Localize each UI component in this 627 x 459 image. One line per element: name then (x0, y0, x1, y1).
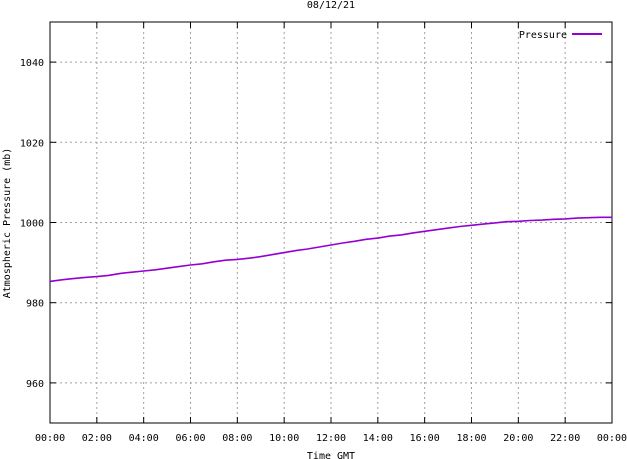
y-axis: 960 980 1000 1020 1040 (20, 58, 612, 390)
x-tick-label: 02:00 (82, 433, 112, 444)
x-tick-label: 22:00 (550, 433, 580, 444)
x-tick-label: 16:00 (410, 433, 440, 444)
x-tick-label: 06:00 (175, 433, 205, 444)
y-tick-label: 1040 (20, 58, 44, 69)
x-tick-label: 00:00 (597, 433, 627, 444)
y-tick-label: 980 (26, 299, 44, 310)
x-tick-label: 20:00 (503, 433, 533, 444)
chart-title: 08/12/21 (307, 0, 355, 11)
x-tick-label: 12:00 (316, 433, 346, 444)
y-tick-label: 1000 (20, 219, 44, 230)
x-axis-title: Time GMT (307, 451, 355, 459)
x-tick-label: 10:00 (269, 433, 299, 444)
x-tick-label: 00:00 (35, 433, 65, 444)
y-axis-title: Atmospheric Pressure (mb) (2, 148, 13, 299)
y-tick-label: 1020 (20, 138, 44, 149)
x-tick-label: 18:00 (456, 433, 486, 444)
legend: Pressure (519, 30, 602, 41)
x-tick-label: 08:00 (222, 433, 252, 444)
y-tick-label: 960 (26, 379, 44, 390)
x-tick-label: 14:00 (363, 433, 393, 444)
pressure-series-line (49, 216, 612, 283)
pressure-chart: 08/12/21 960 980 1000 1020 1040 00:00 02:00 04… (2, 0, 627, 459)
x-tick-label: 04:00 (129, 433, 159, 444)
grid-lines (50, 22, 612, 423)
legend-label: Pressure (519, 30, 567, 41)
